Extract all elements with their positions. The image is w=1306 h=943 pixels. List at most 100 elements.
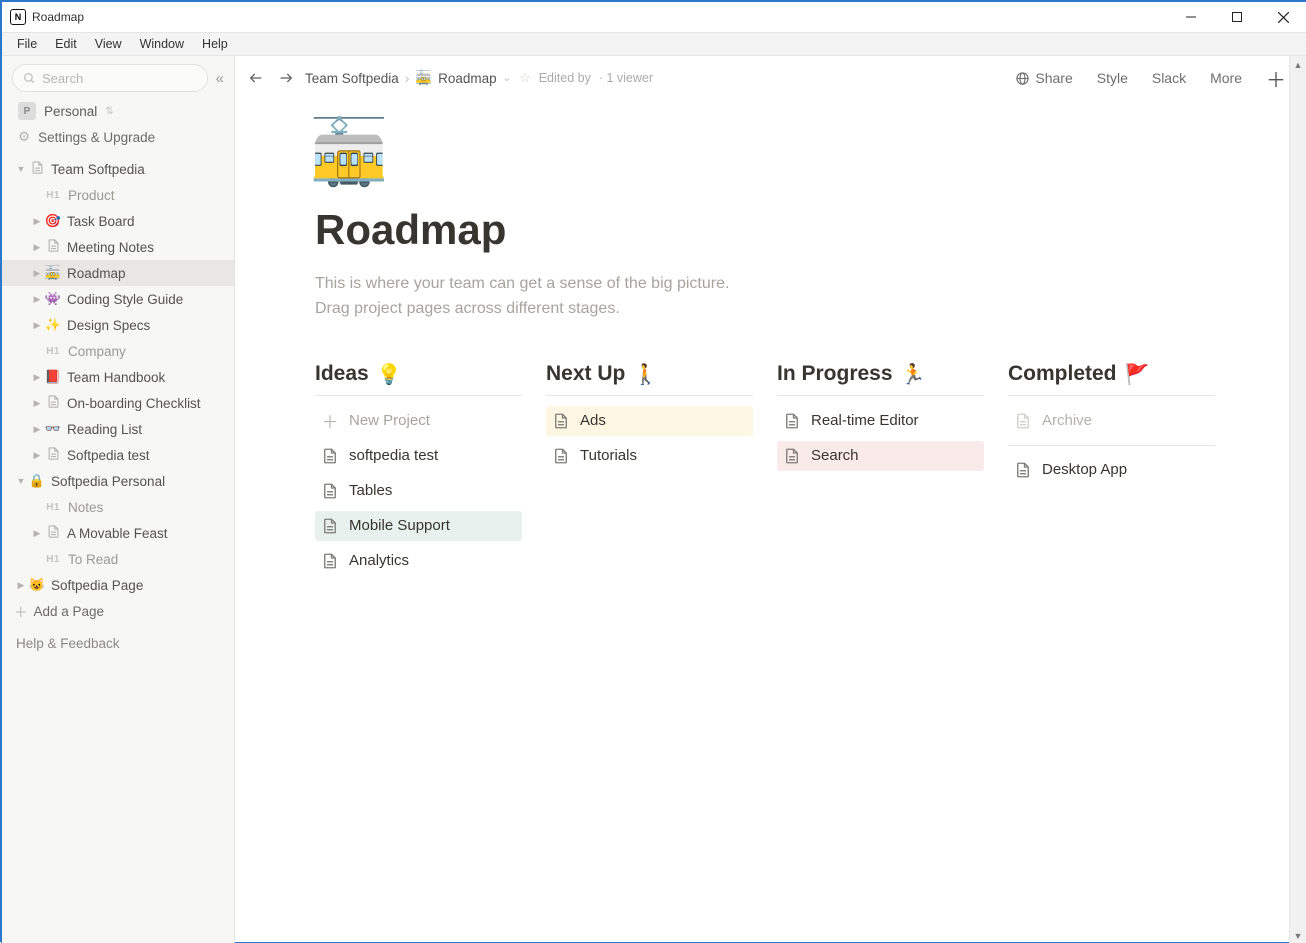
collapse-sidebar-button[interactable]: « xyxy=(216,70,224,87)
column-emoji-icon: 🚩 xyxy=(1125,362,1150,387)
board-column: Next Up🚶 Ads Tutorials xyxy=(546,362,753,576)
page-emoji-icon: ✨ xyxy=(44,317,62,333)
window-titlebar: N Roadmap xyxy=(2,2,1306,32)
archive-link[interactable]: Archive xyxy=(1008,406,1215,436)
nav-back-button[interactable] xyxy=(245,67,267,89)
column-header[interactable]: Next Up🚶 xyxy=(546,362,753,396)
chevron-down-icon[interactable]: ⌄ xyxy=(503,73,511,84)
menu-window[interactable]: Window xyxy=(131,34,193,54)
caret-icon[interactable]: ▼ xyxy=(14,164,28,174)
page-icon[interactable]: 🚋 xyxy=(309,120,1215,184)
window-minimize-button[interactable] xyxy=(1168,2,1214,32)
caret-icon[interactable]: ▶ xyxy=(30,398,44,409)
tree-item[interactable]: ▼🔒Softpedia Personal xyxy=(2,468,234,494)
caret-icon[interactable]: ▶ xyxy=(30,242,44,253)
breadcrumb-page-icon: 🚋 xyxy=(415,70,432,86)
caret-icon[interactable]: ▶ xyxy=(14,580,28,591)
add-page-button[interactable]: ＋ Add a Page xyxy=(2,598,234,624)
tree-item[interactable]: ▶🎯Task Board xyxy=(2,208,234,234)
page-icon xyxy=(28,160,46,178)
board-card[interactable]: Tutorials xyxy=(546,441,753,471)
card-label: Ads xyxy=(580,412,606,429)
tree-item[interactable]: ▶On-boarding Checklist xyxy=(2,390,234,416)
tree-item[interactable]: ▶👾Coding Style Guide xyxy=(2,286,234,312)
menu-edit[interactable]: Edit xyxy=(46,34,86,54)
board-card[interactable]: Mobile Support xyxy=(315,511,522,541)
new-project-button[interactable]: ＋New Project xyxy=(315,406,522,436)
board-card[interactable]: Real-time Editor xyxy=(777,406,984,436)
chevron-updown-icon: ⇅ xyxy=(105,106,113,117)
new-page-button[interactable]: ＋ xyxy=(1258,64,1290,93)
tree-item-label: Product xyxy=(68,188,115,203)
tree-item[interactable]: ▼ Team Softpedia xyxy=(2,156,234,182)
board-card[interactable]: Tables xyxy=(315,476,522,506)
menu-help[interactable]: Help xyxy=(193,34,237,54)
tree-item[interactable]: ▶👓Reading List xyxy=(2,416,234,442)
column-header[interactable]: Completed🚩 xyxy=(1008,362,1215,396)
workspace-switcher[interactable]: P Personal ⇅ xyxy=(2,98,234,124)
viewer-count: · 1 viewer xyxy=(599,71,653,85)
tree-item[interactable]: ▶✨ Design Specs xyxy=(2,312,234,338)
tree-item-label: A Movable Feast xyxy=(67,526,168,541)
scroll-down-icon[interactable]: ▼ xyxy=(1290,927,1306,943)
window-maximize-button[interactable] xyxy=(1214,2,1260,32)
breadcrumb-page[interactable]: Roadmap xyxy=(438,71,497,86)
column-header[interactable]: In Progress🏃 xyxy=(777,362,984,396)
style-button[interactable]: Style xyxy=(1089,70,1136,86)
slack-button[interactable]: Slack xyxy=(1144,70,1194,86)
scroll-up-icon[interactable]: ▲ xyxy=(1290,56,1306,73)
caret-icon[interactable]: ▶ xyxy=(30,268,44,279)
tree-item[interactable]: H1Company xyxy=(2,338,234,364)
tree-item[interactable]: ▶😺Softpedia Page xyxy=(2,572,234,598)
menu-view[interactable]: View xyxy=(86,34,131,54)
caret-icon[interactable]: ▶ xyxy=(30,528,44,539)
column-emoji-icon: 🚶 xyxy=(633,362,658,387)
caret-icon[interactable]: ▶ xyxy=(30,320,44,331)
page-emoji-icon: 🎯 xyxy=(44,213,62,229)
tree-item-label: To Read xyxy=(68,552,118,567)
window-close-button[interactable] xyxy=(1260,2,1306,32)
tree-item[interactable]: H1Product xyxy=(2,182,234,208)
breadcrumb-root[interactable]: Team Softpedia xyxy=(305,71,399,86)
tree-item-label: Team Softpedia xyxy=(51,162,145,177)
column-title: In Progress xyxy=(777,362,893,386)
sidebar: Search « P Personal ⇅ ⚙ Settings & Upgra… xyxy=(2,56,235,943)
page-icon xyxy=(44,394,62,412)
caret-icon[interactable]: ▶ xyxy=(30,372,44,383)
tree-item-label: Design Specs xyxy=(67,318,150,333)
tree-item-label: Coding Style Guide xyxy=(67,292,183,307)
caret-icon[interactable]: ▼ xyxy=(14,476,28,486)
content-scroll[interactable]: 🚋 Roadmap This is where your team can ge… xyxy=(235,100,1306,943)
tree-item[interactable]: ▶🚋Roadmap xyxy=(2,260,234,286)
card-label: Tutorials xyxy=(580,447,637,464)
caret-icon[interactable]: ▶ xyxy=(30,216,44,227)
menu-file[interactable]: File xyxy=(8,34,46,54)
tree-item[interactable]: ▶📕Team Handbook xyxy=(2,364,234,390)
settings-upgrade[interactable]: ⚙ Settings & Upgrade xyxy=(2,124,234,150)
tree-item[interactable]: ▶Softpedia test xyxy=(2,442,234,468)
scrollbar[interactable]: ▲ ▼ xyxy=(1289,56,1306,943)
share-button[interactable]: Share xyxy=(1007,70,1080,86)
page-title[interactable]: Roadmap xyxy=(315,206,1215,254)
tree-item[interactable]: H1To Read xyxy=(2,546,234,572)
board-card[interactable]: Search xyxy=(777,441,984,471)
tree-item-label: Softpedia Page xyxy=(51,578,143,593)
caret-icon[interactable]: ▶ xyxy=(30,294,44,305)
page-emoji-icon: 🚋 xyxy=(44,265,62,281)
column-header[interactable]: Ideas💡 xyxy=(315,362,522,396)
more-button[interactable]: More xyxy=(1202,70,1250,86)
caret-icon[interactable]: ▶ xyxy=(30,424,44,435)
caret-icon[interactable]: ▶ xyxy=(30,450,44,461)
favorite-star-icon[interactable]: ☆ xyxy=(519,70,531,86)
tree-item[interactable]: H1Notes xyxy=(2,494,234,520)
nav-forward-button[interactable] xyxy=(275,67,297,89)
board-card[interactable]: Desktop App xyxy=(1008,455,1215,485)
page-description[interactable]: This is where your team can get a sense … xyxy=(315,272,955,322)
help-feedback[interactable]: Help & Feedback xyxy=(2,624,234,663)
search-input[interactable]: Search xyxy=(12,64,208,92)
tree-item[interactable]: ▶Meeting Notes xyxy=(2,234,234,260)
tree-item[interactable]: ▶ A Movable Feast xyxy=(2,520,234,546)
board-card[interactable]: softpedia test xyxy=(315,441,522,471)
board-card[interactable]: Ads xyxy=(546,406,753,436)
board-card[interactable]: Analytics xyxy=(315,546,522,576)
